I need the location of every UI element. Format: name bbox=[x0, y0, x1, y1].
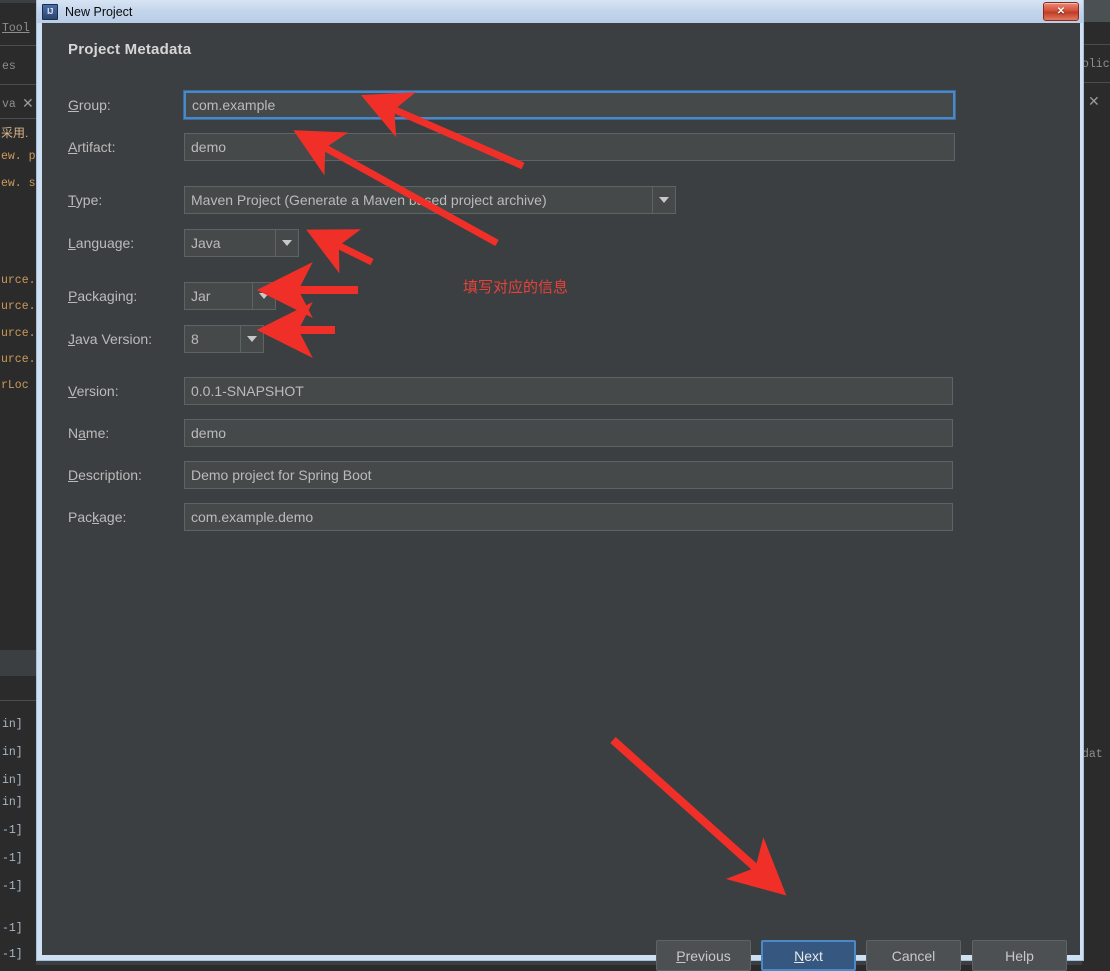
language-dropdown[interactable]: Java bbox=[184, 229, 299, 257]
help-button-label: Help bbox=[1005, 947, 1034, 964]
bg-text-line: urce. bbox=[1, 300, 36, 313]
bg-text-line: in] bbox=[2, 796, 23, 809]
bg-divider bbox=[1082, 44, 1110, 45]
bg-text-line: va bbox=[2, 98, 16, 111]
bg-text-line: dat bbox=[1082, 748, 1103, 761]
bg-text-line: -1] bbox=[2, 824, 23, 837]
bg-text-line: olic bbox=[1082, 58, 1110, 71]
bg-text-line: es bbox=[2, 60, 16, 73]
label-package: Package: bbox=[68, 509, 127, 525]
label-java-version: Java Version: bbox=[68, 331, 153, 347]
cancel-button[interactable]: Cancel bbox=[866, 940, 961, 971]
mnemonic: V bbox=[68, 383, 77, 399]
help-button[interactable]: Help bbox=[972, 940, 1067, 971]
ide-right-panel: olic ✕ dat bbox=[1082, 0, 1110, 965]
close-icon[interactable]: ✕ bbox=[1088, 93, 1100, 110]
mnemonic: L bbox=[68, 235, 76, 251]
bg-text-line: -1] bbox=[2, 880, 23, 893]
bg-divider bbox=[0, 700, 36, 701]
label-group: Group: bbox=[68, 97, 111, 113]
type-dropdown[interactable]: Maven Project (Generate a Maven based pr… bbox=[184, 186, 676, 214]
previous-button[interactable]: Previous bbox=[656, 940, 751, 971]
mnemonic: a bbox=[78, 425, 86, 441]
label-packaging: Packaging: bbox=[68, 288, 138, 304]
bg-divider bbox=[0, 118, 36, 119]
packaging-dropdown-value: Jar bbox=[191, 288, 211, 304]
cancel-button-label: Cancel bbox=[891, 947, 936, 964]
bg-text-line: urce. bbox=[1, 353, 36, 366]
label-artifact: Artifact: bbox=[68, 139, 116, 155]
label-version: Version: bbox=[68, 383, 119, 399]
bg-divider bbox=[0, 84, 36, 85]
mnemonic: G bbox=[68, 97, 79, 113]
bg-divider bbox=[1082, 82, 1110, 83]
next-button-label: Next bbox=[794, 947, 823, 964]
group-input[interactable] bbox=[184, 91, 955, 119]
bg-text-line: 采用. bbox=[1, 126, 29, 140]
mnemonic: T bbox=[68, 192, 76, 208]
bg-text-line: urce. bbox=[1, 274, 36, 287]
bg-text-line: ew. s bbox=[1, 177, 36, 190]
label-type: Type: bbox=[68, 192, 103, 208]
previous-button-label: Previous bbox=[676, 947, 731, 964]
bg-text-line: in] bbox=[2, 774, 23, 787]
next-button[interactable]: Next bbox=[761, 940, 856, 971]
dialog-titlebar: New Project bbox=[37, 0, 1083, 23]
package-input[interactable] bbox=[184, 503, 953, 531]
packaging-dropdown[interactable]: Jar bbox=[184, 282, 276, 310]
bg-divider bbox=[0, 45, 36, 46]
label-name: Name: bbox=[68, 425, 110, 441]
intellij-idea-icon bbox=[42, 3, 58, 20]
mnemonic: D bbox=[68, 467, 79, 483]
language-dropdown-value: Java bbox=[191, 235, 221, 251]
mnemonic: P bbox=[676, 947, 686, 964]
ide-right-toolbar bbox=[1082, 0, 1110, 22]
artifact-input[interactable] bbox=[184, 133, 955, 161]
bg-text-line: -1] bbox=[2, 948, 23, 961]
bg-text-line: rLoc bbox=[1, 379, 29, 392]
type-dropdown-value: Maven Project (Generate a Maven based pr… bbox=[191, 192, 547, 208]
bg-text-line: ew. p bbox=[1, 150, 36, 163]
dialog-title: New Project bbox=[65, 4, 133, 19]
bg-text-line: in] bbox=[2, 718, 23, 731]
chevron-down-icon bbox=[240, 326, 263, 352]
close-icon[interactable] bbox=[1043, 2, 1079, 21]
chevron-down-icon bbox=[275, 230, 298, 256]
java-version-dropdown[interactable]: 8 bbox=[184, 325, 264, 353]
label-description: Description: bbox=[68, 467, 142, 483]
mnemonic: P bbox=[68, 288, 78, 304]
version-input[interactable] bbox=[184, 377, 953, 405]
dialog-body: Project Metadata Group: Artifact: Type: … bbox=[42, 23, 1080, 971]
bg-text-line: Tool bbox=[2, 22, 30, 35]
ide-left-panel: Tool es va ✕ 采用. ew. p ew. s urce. urce.… bbox=[0, 0, 36, 965]
mnemonic: J bbox=[68, 331, 75, 347]
chevron-down-icon bbox=[252, 283, 275, 309]
chevron-down-icon bbox=[652, 187, 675, 213]
ide-left-toolbar-lower bbox=[0, 650, 36, 676]
bg-text-line: -1] bbox=[2, 922, 23, 935]
mnemonic: A bbox=[68, 139, 78, 155]
ide-left-toolbar bbox=[0, 0, 36, 3]
new-project-dialog: New Project Project Metadata Group: Arti… bbox=[36, 0, 1084, 971]
close-icon[interactable]: ✕ bbox=[22, 95, 34, 112]
label-language: Language: bbox=[68, 235, 135, 251]
name-input[interactable] bbox=[184, 419, 953, 447]
bg-text-line: urce. bbox=[1, 327, 36, 340]
java-version-dropdown-value: 8 bbox=[191, 331, 199, 347]
description-input[interactable] bbox=[184, 461, 953, 489]
mnemonic: N bbox=[794, 947, 805, 964]
bg-text-line: -1] bbox=[2, 852, 23, 865]
page-title: Project Metadata bbox=[68, 41, 192, 58]
bg-text-line: in] bbox=[2, 746, 23, 759]
